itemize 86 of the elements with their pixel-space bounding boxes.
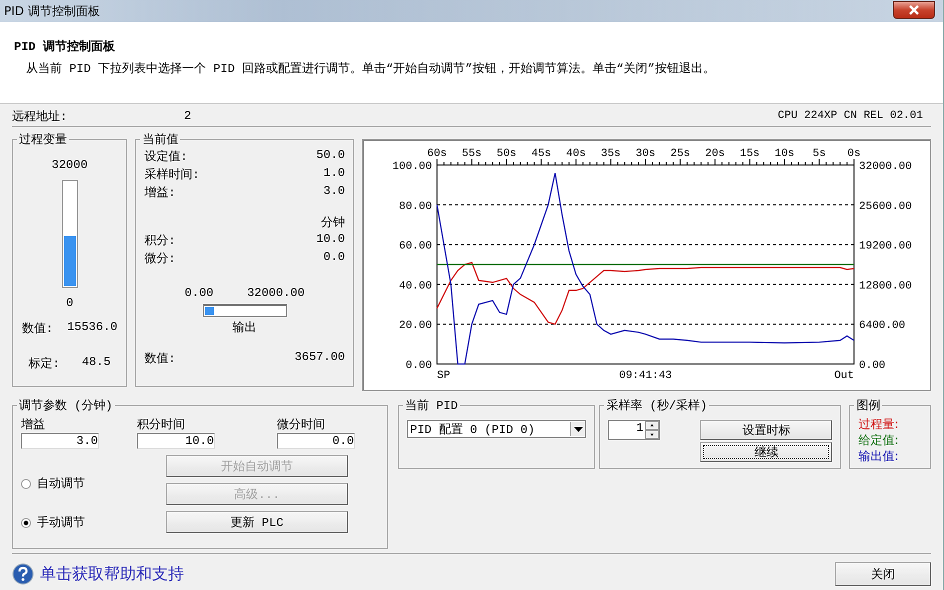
- field-label: 积分时间: [137, 417, 186, 433]
- axis-tick-label: 60.00: [398, 240, 432, 253]
- value-text: 15536.0: [67, 320, 118, 336]
- field-label: 微分时间: [277, 417, 326, 433]
- time-tick-label: 55s: [462, 148, 482, 160]
- time-tick-label: 0s: [847, 148, 861, 160]
- action-button[interactable]: 设置时标: [700, 420, 832, 440]
- axis-tick-label: 6400.00: [859, 320, 906, 332]
- header-title: PID 调节控制面板: [14, 38, 116, 55]
- header-description: 从当前 PID 下拉列表中选择一个 PID 回路或配置进行调节。单击“开始自动调节”按钮，开始调节算法。单击“关闭”按钮退出。: [25, 61, 716, 77]
- action-button[interactable]: 继续: [700, 442, 832, 462]
- field-label: 增益: [21, 417, 46, 433]
- sample-rate-spinner[interactable]: 1: [608, 420, 660, 440]
- time-tick-label: 60s: [427, 148, 447, 160]
- axis-tick-label: 40.00: [398, 280, 432, 292]
- axis-tick-label: 32000.00: [859, 161, 912, 173]
- group-title: 调节参数 (分钟): [18, 398, 114, 414]
- axis-tick-label: 0.00: [859, 360, 886, 372]
- parameter-value: 50.0: [316, 148, 345, 164]
- parameter-value: 1.0: [323, 166, 345, 182]
- spinner-arrows-icon[interactable]: [645, 421, 660, 439]
- group-title: 当前值: [141, 132, 180, 148]
- time-label: 09:41:43: [619, 370, 672, 382]
- legend-item: 给定值:: [858, 432, 900, 448]
- parameter-value: 0.0: [323, 250, 345, 266]
- radio-option[interactable]: 手动调节: [21, 514, 166, 531]
- value-label: 数值:: [144, 351, 176, 368]
- close-dialog-button[interactable]: 关闭: [835, 562, 931, 586]
- legend-item: 输出值:: [858, 448, 900, 464]
- input-field[interactable]: 3.0: [21, 433, 99, 449]
- time-tick-label: 20s: [705, 148, 725, 160]
- group-title: 过程变量: [18, 132, 68, 148]
- scale-value: 48.5: [82, 355, 111, 371]
- time-tick-label: 5s: [812, 148, 826, 160]
- pid-dropdown[interactable]: PID 配置 0 (PID 0): [407, 420, 586, 438]
- parameter-label: 增益:: [144, 185, 176, 202]
- group-title: 当前 PID: [404, 398, 459, 414]
- axis-tick-label: 100.00: [392, 161, 432, 173]
- parameter-value: 10.0: [316, 232, 345, 248]
- parameter-label: 积分:: [144, 233, 176, 250]
- parameter-label: 采样时间:: [144, 167, 200, 184]
- axis-tick-label: 12800.00: [859, 280, 912, 292]
- value-text: 3657.00: [294, 350, 345, 366]
- time-tick-label: 15s: [740, 148, 760, 160]
- remote-address-label: 远程地址:: [12, 108, 68, 124]
- axis-tick-label: 25600.00: [859, 200, 912, 213]
- scale-min-label: 0: [66, 296, 74, 310]
- output-caption: 输出: [232, 320, 257, 336]
- input-field[interactable]: 0.0: [277, 433, 355, 449]
- axis-tick-label: 0.00: [406, 360, 432, 372]
- output-axis-label: Out: [834, 370, 854, 382]
- radio-button[interactable]: [21, 478, 31, 488]
- action-button[interactable]: 更新 PLC: [166, 511, 348, 533]
- close-icon: [907, 4, 921, 16]
- time-tick-label: 30s: [636, 148, 656, 160]
- parameter-label: 设定值:: [144, 149, 188, 166]
- parameter-value: 3.0: [323, 184, 345, 200]
- radio-button[interactable]: [21, 518, 31, 528]
- time-tick-label: 10s: [774, 148, 794, 160]
- scale-max-label: 32000: [52, 158, 88, 172]
- group-title: 采样率 (秒/采样): [605, 398, 708, 414]
- time-tick-label: 25s: [670, 148, 690, 160]
- setpoint-axis-label: SP: [437, 370, 450, 382]
- time-tick-label: 40s: [566, 148, 586, 160]
- legend-item: 过程量:: [858, 416, 900, 432]
- axis-tick-label: 20.00: [398, 320, 432, 332]
- output-min-label: 0.00: [184, 286, 214, 300]
- axis-tick-label: 80.00: [398, 200, 432, 213]
- axis-tick-label: 19200.00: [859, 240, 912, 253]
- group-title: 图例: [855, 398, 882, 414]
- time-tick-label: 50s: [496, 148, 516, 160]
- scale-label: 标定:: [28, 356, 60, 372]
- unit-label: 分钟: [321, 216, 345, 230]
- close-button[interactable]: [893, 1, 935, 19]
- cpu-version-text: CPU 224XP CN REL 02.01: [778, 110, 924, 122]
- help-link[interactable]: 单击获取帮助和支持: [12, 563, 184, 585]
- radio-option[interactable]: 自动调节: [21, 475, 166, 492]
- time-tick-label: 35s: [600, 148, 621, 160]
- remote-address-value: 2: [184, 109, 192, 123]
- time-tick-label: 45s: [531, 148, 552, 160]
- value-label: 数值:: [22, 321, 54, 337]
- output-max-label: 32000.00: [247, 286, 305, 300]
- help-icon: [12, 563, 34, 585]
- input-field[interactable]: 10.0: [137, 433, 215, 449]
- parameter-label: 微分:: [144, 251, 176, 268]
- window-title: PID 调节控制面板: [4, 2, 100, 20]
